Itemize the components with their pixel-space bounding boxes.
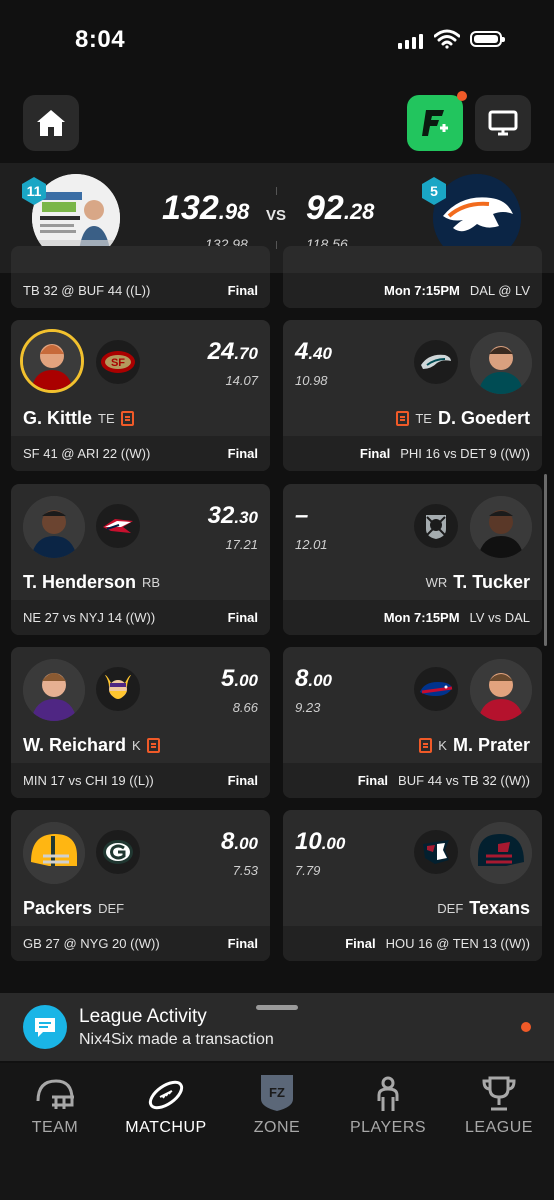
status-bar: 8:04 bbox=[0, 0, 554, 80]
tv-button[interactable] bbox=[475, 95, 531, 151]
drag-handle[interactable] bbox=[256, 1005, 298, 1010]
fantasy-points: 32.30 bbox=[207, 502, 258, 529]
svg-text:SF: SF bbox=[111, 357, 125, 369]
fantasy-points: 8.00 bbox=[221, 828, 258, 855]
news-icon[interactable] bbox=[146, 738, 160, 753]
texans-logo bbox=[414, 830, 458, 874]
helmet-icon bbox=[36, 1079, 74, 1109]
fantasy-points: 5.00 bbox=[221, 665, 258, 692]
player-card-prater[interactable]: 8.00 9.23 K M. Prater Final BUF 44 vs TB 3… bbox=[283, 647, 542, 798]
game-info: Final HOU 16 @ TEN 13 ((W)) bbox=[283, 926, 542, 961]
chat-icon bbox=[23, 1005, 67, 1049]
projected-points: 7.79 bbox=[295, 863, 321, 878]
game-info: Final BUF 44 vs TB 32 ((W)) bbox=[283, 763, 542, 798]
player-name: WR T. Tucker bbox=[425, 572, 530, 592]
tab-matchup[interactable]: MATCHUP bbox=[111, 1063, 221, 1143]
tab-players[interactable]: PLAYERS bbox=[333, 1063, 443, 1143]
game-info: Mon 7:15PM LV vs DAL bbox=[283, 600, 542, 635]
projected-points: 14.07 bbox=[225, 373, 258, 388]
league-activity-banner[interactable]: League Activity Nix4Six made a transacti… bbox=[0, 993, 554, 1061]
projected-points: 7.53 bbox=[232, 863, 258, 878]
battery-icon bbox=[470, 31, 505, 47]
team-name: DEF Texans bbox=[437, 898, 530, 918]
clock: 8:04 bbox=[75, 26, 126, 53]
home-button[interactable] bbox=[23, 95, 79, 151]
my-score: 132.98 bbox=[162, 189, 250, 227]
projected-points: 9.23 bbox=[295, 700, 321, 715]
player-icon bbox=[377, 1076, 399, 1111]
wifi-icon bbox=[434, 29, 460, 49]
activity-title: League Activity bbox=[79, 1006, 207, 1027]
vikings-logo bbox=[96, 667, 140, 711]
player-photo bbox=[470, 496, 532, 558]
game-info: SF 41 @ ARI 22 ((W)) Final bbox=[11, 436, 270, 471]
game-info: TB 32 @ BUF 44 ((L)) Final bbox=[11, 273, 270, 308]
bills-logo bbox=[414, 667, 458, 711]
slot-card-partial-left[interactable]: TB 32 @ BUF 44 ((L)) Final bbox=[11, 246, 270, 308]
tv-icon bbox=[488, 110, 518, 136]
home-icon bbox=[37, 110, 65, 136]
player-card-texans[interactable]: 10.00 7.79 DEF Texans Final HOU 16 @ TEN 1… bbox=[283, 810, 542, 961]
player-name: TE D. Goedert bbox=[396, 408, 530, 429]
bottom-tab-bar: TEAM MATCHUP FZ ZONE PLAYERS LEAGUE bbox=[0, 1063, 554, 1200]
fantasy-points: 24.70 bbox=[207, 338, 258, 365]
activity-subtitle: Nix4Six made a transaction bbox=[79, 1031, 274, 1048]
team-helmet bbox=[23, 822, 85, 884]
player-card-reichard[interactable]: 5.00 8.66 W. Reichard K MIN 17 vs CHI 19 … bbox=[11, 647, 270, 798]
player-photo bbox=[20, 329, 84, 393]
news-icon[interactable] bbox=[120, 411, 134, 426]
player-name: W. Reichard K bbox=[23, 735, 160, 756]
football-icon bbox=[148, 1080, 184, 1110]
game-info: Final PHI 16 vs DET 9 ((W)) bbox=[283, 436, 542, 471]
notification-dot bbox=[457, 91, 467, 101]
player-name: T. Henderson RB bbox=[23, 572, 161, 592]
eagles-logo bbox=[414, 340, 458, 384]
projected-points: 17.21 bbox=[225, 537, 258, 552]
fantasy-points: – bbox=[295, 502, 309, 529]
raiders-logo bbox=[414, 504, 458, 548]
tab-team[interactable]: TEAM bbox=[0, 1063, 110, 1143]
fz-shield-icon: FZ bbox=[261, 1075, 293, 1111]
game-info: GB 27 @ NYG 20 ((W)) Final bbox=[11, 926, 270, 961]
game-info: NE 27 vs NYJ 14 ((W)) Final bbox=[11, 600, 270, 635]
fantasy-plus-button[interactable] bbox=[407, 91, 467, 151]
player-card-henderson[interactable]: 32.30 17.21 T. Henderson RB NE 27 vs NYJ … bbox=[11, 484, 270, 635]
projected-points: 10.98 bbox=[295, 373, 328, 388]
player-card-packers[interactable]: 8.00 7.53 Packers DEF GB 27 @ NYG 20 ((W)… bbox=[11, 810, 270, 961]
projected-points: 8.66 bbox=[232, 700, 258, 715]
player-name: K M. Prater bbox=[419, 735, 530, 756]
team-name: Packers DEF bbox=[23, 898, 125, 918]
vs-label: VS bbox=[266, 207, 287, 224]
player-photo bbox=[23, 496, 85, 558]
patriots-logo bbox=[96, 504, 140, 548]
player-photo bbox=[470, 659, 532, 721]
projected-points: 12.01 bbox=[295, 537, 328, 552]
svg-text:FZ: FZ bbox=[269, 1085, 285, 1100]
fantasy-points: 10.00 bbox=[295, 828, 346, 855]
game-info: Mon 7:15PM DAL @ LV bbox=[283, 273, 542, 308]
player-card-goedert[interactable]: 4.40 10.98 TE D. Goedert Final PHI 16 vs D… bbox=[283, 320, 542, 471]
player-photo bbox=[470, 332, 532, 394]
49ers-logo: SF bbox=[96, 340, 140, 384]
fantasy-points: 8.00 bbox=[295, 665, 332, 692]
scroll-indicator[interactable] bbox=[544, 474, 547, 646]
unread-dot-icon bbox=[521, 1022, 531, 1032]
game-info: MIN 17 vs CHI 19 ((L)) Final bbox=[11, 763, 270, 798]
tab-league[interactable]: LEAGUE bbox=[444, 1063, 554, 1143]
tab-zone[interactable]: FZ ZONE bbox=[222, 1063, 332, 1143]
player-photo bbox=[23, 659, 85, 721]
player-card-kittle[interactable]: SF 24.70 14.07 G. Kittle TE SF 41 @ ARI 2… bbox=[11, 320, 270, 471]
player-name: G. Kittle TE bbox=[23, 408, 134, 429]
opponent-score: 92.28 bbox=[306, 189, 375, 227]
fantasy-points: 4.40 bbox=[295, 338, 332, 365]
player-card-tucker[interactable]: – 12.01 WR T. Tucker Mon 7:15PM LV vs DAL bbox=[283, 484, 542, 635]
news-icon[interactable] bbox=[419, 738, 433, 753]
packers-logo bbox=[96, 830, 140, 874]
slot-card-partial-right[interactable]: Mon 7:15PM DAL @ LV bbox=[283, 246, 542, 308]
signal-icon bbox=[398, 33, 423, 49]
trophy-icon bbox=[482, 1076, 516, 1111]
news-icon[interactable] bbox=[396, 411, 410, 426]
team-helmet bbox=[470, 822, 532, 884]
fantasy-plus-icon bbox=[422, 110, 448, 136]
